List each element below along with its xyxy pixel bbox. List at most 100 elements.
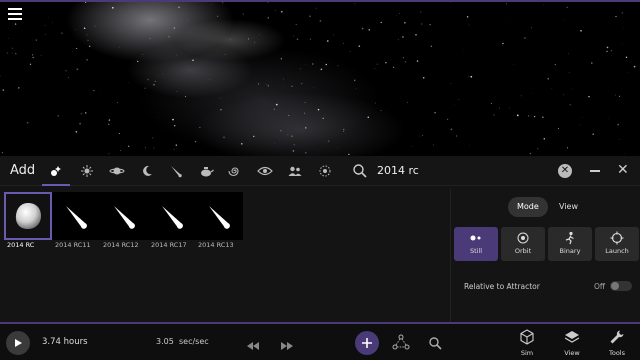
teapot-icon[interactable] <box>195 161 217 181</box>
star <box>397 39 399 41</box>
star <box>295 23 297 25</box>
star <box>547 78 549 80</box>
play-button[interactable] <box>6 331 30 355</box>
star <box>563 94 565 96</box>
star <box>566 6 568 9</box>
mode-label: Still <box>469 247 483 255</box>
search-icon[interactable] <box>428 335 442 354</box>
star <box>542 116 544 118</box>
star <box>404 61 407 63</box>
star <box>45 34 46 35</box>
star <box>12 52 13 54</box>
add-panel: Add 2014 rc ✕ ✕ 2014 RC 2014 RC11 2014 R… <box>0 156 640 322</box>
star <box>458 99 460 101</box>
starfield-view[interactable] <box>0 0 640 156</box>
star <box>407 101 409 103</box>
result-tile-2014-rc12[interactable] <box>100 192 148 240</box>
rewind-icon[interactable] <box>246 336 260 355</box>
result-tile-2014-rc17[interactable] <box>148 192 196 240</box>
star <box>615 15 617 17</box>
nav-sim[interactable]: Sim <box>511 329 543 359</box>
star <box>610 50 612 52</box>
star <box>337 65 339 67</box>
star <box>192 59 194 62</box>
star <box>450 128 453 131</box>
star <box>319 20 322 22</box>
crescent-moon-icon[interactable] <box>136 161 158 181</box>
star <box>149 37 151 39</box>
cube-icon <box>520 329 534 345</box>
star <box>128 145 130 147</box>
star <box>291 135 293 137</box>
star <box>18 87 20 89</box>
star <box>537 148 539 150</box>
star <box>304 151 307 154</box>
star <box>137 60 139 63</box>
search-input[interactable]: 2014 rc <box>377 164 419 177</box>
result-tile-2014-rc13[interactable] <box>195 192 243 240</box>
people-icon[interactable] <box>284 161 306 181</box>
star <box>466 16 469 18</box>
star <box>65 69 67 72</box>
ringed-planet-icon[interactable] <box>106 161 128 181</box>
relative-to-attractor-toggle[interactable] <box>610 281 632 291</box>
star <box>2 89 5 91</box>
star <box>14 23 17 25</box>
star <box>568 53 569 55</box>
mode-binary-button[interactable]: Binary <box>548 227 592 261</box>
star <box>48 16 50 18</box>
add-title: Add <box>10 163 36 178</box>
tab-view[interactable]: View <box>550 197 587 217</box>
star <box>551 88 553 90</box>
star <box>291 85 293 88</box>
clear-search-icon[interactable]: ✕ <box>558 164 572 178</box>
add-button[interactable] <box>355 331 379 355</box>
comet-icon[interactable] <box>165 161 187 181</box>
star <box>430 45 433 47</box>
star <box>312 63 314 65</box>
star <box>253 135 255 138</box>
wrench-icon <box>610 330 624 344</box>
star <box>421 23 423 25</box>
star <box>187 19 188 20</box>
star <box>153 147 155 149</box>
star <box>209 79 211 80</box>
star <box>93 90 95 92</box>
mode-still-button[interactable]: Still <box>454 227 498 261</box>
sparkle-star-icon[interactable] <box>45 161 67 181</box>
search-icon <box>353 164 367 178</box>
star <box>607 117 609 119</box>
close-icon[interactable]: ✕ <box>617 162 629 178</box>
minimize-icon[interactable] <box>590 170 600 172</box>
mode-orbit-button[interactable]: Orbit <box>501 227 545 261</box>
nav-view[interactable]: View <box>556 329 588 359</box>
plus-icon <box>362 338 372 348</box>
orbit-network-icon[interactable] <box>392 334 410 354</box>
add-toolbar: Add 2014 rc ✕ ✕ <box>0 156 640 186</box>
hamburger-menu-icon[interactable] <box>8 8 22 20</box>
nav-tools[interactable]: Tools <box>601 329 633 359</box>
star <box>87 39 89 41</box>
result-tile-2014-rc[interactable] <box>4 192 52 240</box>
star <box>571 88 573 89</box>
star <box>257 83 259 85</box>
star <box>184 96 187 98</box>
result-tile-2014-rc11[interactable] <box>52 192 100 240</box>
star <box>32 57 34 59</box>
fast-forward-icon[interactable] <box>280 336 294 355</box>
star <box>274 143 276 144</box>
star <box>175 144 177 146</box>
star <box>520 95 522 97</box>
eye-icon[interactable] <box>254 161 276 181</box>
star-burst-icon[interactable] <box>76 161 98 181</box>
target-circle-icon[interactable] <box>314 161 336 181</box>
mode-launch-button[interactable]: Launch <box>595 227 639 261</box>
tab-mode[interactable]: Mode <box>508 197 548 217</box>
star <box>178 6 180 9</box>
orbit-icon <box>501 230 545 246</box>
star <box>29 63 32 65</box>
time-rate-value[interactable]: 3.05 <box>156 337 174 346</box>
star <box>434 111 436 114</box>
star <box>230 38 231 40</box>
spiral-galaxy-icon[interactable] <box>224 161 246 181</box>
